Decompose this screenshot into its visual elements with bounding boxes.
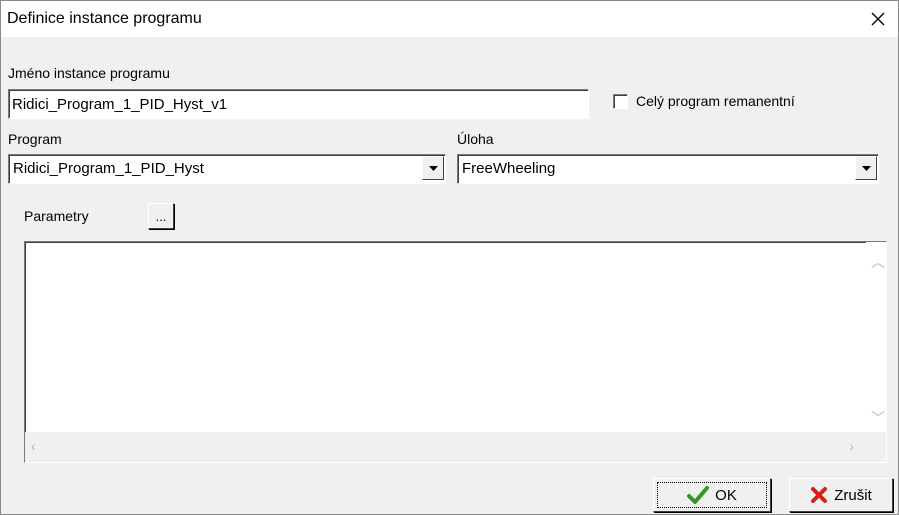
- scroll-left-icon[interactable]: ‹: [31, 438, 36, 454]
- chevron-down-icon: [861, 165, 871, 171]
- title-bar: Definice instance programu: [1, 1, 898, 37]
- instance-name-label: Jméno instance programu: [8, 65, 170, 81]
- program-select[interactable]: Ridici_Program_1_PID_Hyst: [8, 154, 446, 184]
- x-cross-icon: [811, 487, 828, 503]
- remanent-label: Celý program remanentní: [636, 93, 795, 109]
- task-selected-value: FreeWheeling: [462, 160, 556, 177]
- task-dropdown-button[interactable]: [855, 156, 877, 180]
- cancel-label: Zrušit: [834, 486, 872, 504]
- program-dropdown-button[interactable]: [422, 156, 444, 180]
- program-label: Program: [8, 131, 62, 147]
- window-title: Definice instance programu: [7, 10, 202, 27]
- checkmark-icon: [687, 486, 710, 504]
- cancel-button[interactable]: Zrušit: [789, 478, 893, 512]
- instance-name-input[interactable]: [12, 93, 583, 115]
- horizontal-scrollbar[interactable]: ‹ ›: [25, 432, 886, 462]
- chevron-down-icon: [428, 165, 438, 171]
- ok-label: OK: [715, 486, 737, 504]
- parameters-text-area[interactable]: ︿ ﹀ ‹ ›: [24, 241, 887, 463]
- remanent-checkbox[interactable]: [613, 93, 628, 109]
- ok-button[interactable]: OK: [653, 478, 771, 512]
- task-select[interactable]: FreeWheeling: [457, 154, 879, 184]
- close-icon: [871, 12, 885, 26]
- remanent-checkbox-row[interactable]: Celý program remanentní: [613, 93, 795, 109]
- scroll-up-icon[interactable]: ︿: [871, 252, 885, 272]
- scroll-right-icon[interactable]: ›: [849, 438, 854, 454]
- program-selected-value: Ridici_Program_1_PID_Hyst: [13, 160, 204, 177]
- task-label: Úloha: [457, 131, 494, 147]
- parameters-browse-button[interactable]: ...: [148, 203, 174, 229]
- vertical-scrollbar[interactable]: ︿ ﹀: [866, 242, 886, 432]
- instance-name-field[interactable]: [8, 89, 589, 119]
- close-button[interactable]: [858, 1, 898, 37]
- dialog-window: Definice instance programu Jméno instanc…: [0, 0, 899, 515]
- parameters-label: Parametry: [24, 208, 89, 224]
- scroll-down-icon[interactable]: ﹀: [871, 408, 885, 428]
